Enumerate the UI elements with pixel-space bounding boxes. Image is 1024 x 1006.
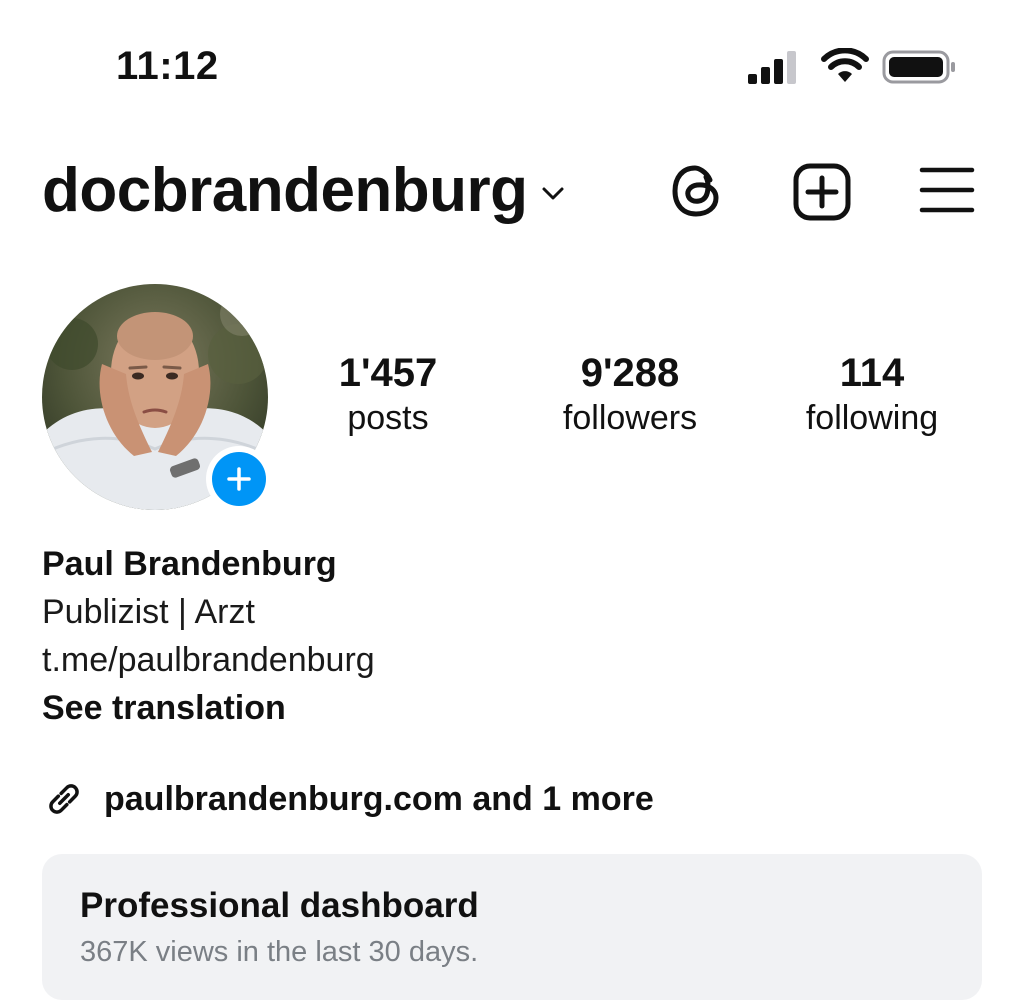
dashboard-title: Professional dashboard — [80, 886, 479, 925]
link-icon — [49, 784, 79, 814]
bio-telegram-link[interactable]: t.me/paulbrandenburg — [42, 636, 942, 684]
status-icons — [746, 48, 960, 88]
new-post-icon[interactable] — [792, 162, 852, 222]
following-count: 114 — [839, 351, 905, 395]
followers-count: 9'288 — [580, 351, 680, 395]
threads-icon[interactable] — [668, 162, 726, 220]
account-switcher[interactable]: docbrandenburg — [42, 156, 566, 226]
add-story-button[interactable] — [206, 446, 272, 512]
display-name: Paul Brandenburg — [42, 545, 337, 583]
professional-dashboard-card[interactable]: Professional dashboard 367K views in the… — [42, 854, 982, 1000]
signal-icon — [748, 51, 796, 84]
stat-following[interactable]: 114 following — [780, 350, 964, 440]
bio: Paul Brandenburg Publizist | Arzt t.me/p… — [42, 540, 942, 732]
posts-label: posts — [347, 399, 429, 437]
stat-posts[interactable]: 1'457 posts — [318, 350, 458, 440]
plus-icon — [227, 467, 251, 491]
following-label: following — [805, 399, 939, 437]
battery-icon — [882, 50, 955, 84]
stat-followers[interactable]: 9'288 followers — [540, 350, 720, 440]
external-links[interactable]: paulbrandenburg.com and 1 more — [42, 774, 654, 824]
username: docbrandenburg — [42, 156, 528, 225]
see-translation-button[interactable]: See translation — [42, 684, 942, 732]
wifi-icon — [821, 48, 869, 82]
status-time: 11:12 — [116, 44, 219, 88]
followers-label: followers — [562, 399, 698, 437]
menu-icon[interactable] — [918, 164, 976, 216]
dashboard-subtitle: 367K views in the last 30 days. — [80, 936, 479, 968]
bio-text: Publizist | Arzt — [42, 593, 255, 631]
posts-count: 1'457 — [338, 351, 438, 395]
links-text: paulbrandenburg.com and 1 more — [104, 779, 654, 818]
header-actions — [664, 160, 984, 224]
chevron-down-icon — [542, 187, 564, 200]
